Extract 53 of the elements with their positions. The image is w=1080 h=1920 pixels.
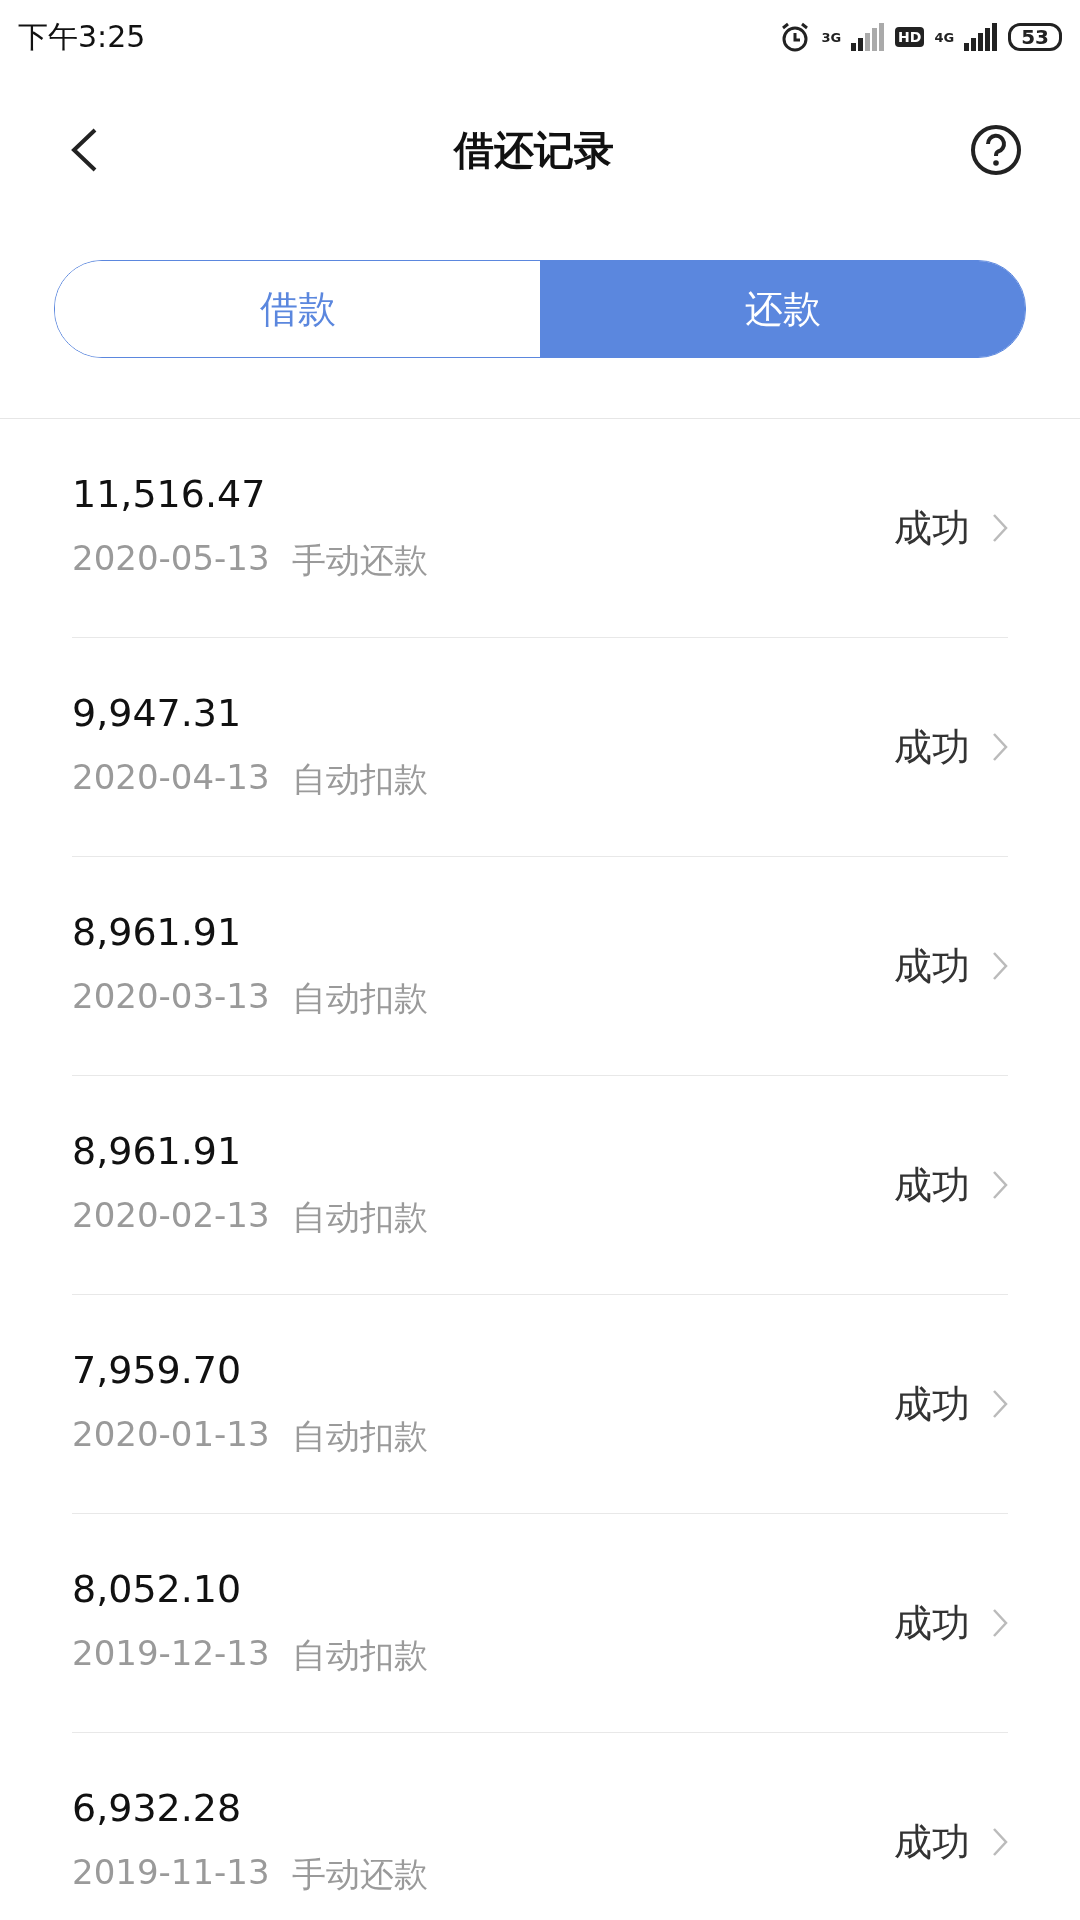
date-text: 2020-04-13 xyxy=(72,757,270,799)
chevron-icon xyxy=(992,732,1008,762)
back-icon[interactable] xyxy=(70,127,98,173)
chevron-icon xyxy=(992,1827,1008,1857)
date-text: 2019-11-13 xyxy=(72,1852,270,1894)
amount-text: 8,961.91 xyxy=(72,1129,243,1173)
record-row[interactable]: 8,961.91 2020-02-13 自动扣款 成功 xyxy=(72,1076,1008,1295)
type-text: 自动扣款 xyxy=(291,758,428,801)
signal-icon xyxy=(964,23,999,51)
help-icon[interactable] xyxy=(970,124,1022,176)
signal-icon xyxy=(851,23,886,51)
status-text: 成功 xyxy=(894,1818,970,1866)
chevron-icon xyxy=(992,1389,1008,1419)
amount-text: 8,052.10 xyxy=(72,1567,243,1611)
amount-text: 11,516.47 xyxy=(72,472,267,516)
record-row[interactable]: 8,961.91 2020-03-13 自动扣款 成功 xyxy=(72,857,1008,1076)
date-text: 2020-01-13 xyxy=(72,1414,270,1456)
type-text: 自动扣款 xyxy=(291,1196,428,1239)
chevron-icon xyxy=(992,513,1008,543)
date-text: 2020-02-13 xyxy=(72,1195,270,1237)
amount-text: 9,947.31 xyxy=(72,691,243,735)
amount-text: 8,961.91 xyxy=(72,910,243,954)
page-title: 借还记录 xyxy=(454,125,614,175)
status-text: 成功 xyxy=(894,942,970,990)
status-text: 成功 xyxy=(894,723,970,771)
date-text: 2020-03-13 xyxy=(72,976,270,1018)
chevron-icon xyxy=(992,1170,1008,1200)
tab[interactable]: 还款 xyxy=(540,261,1025,357)
status-text: 成功 xyxy=(894,504,970,552)
record-row[interactable]: 8,052.10 2019-12-13 自动扣款 成功 xyxy=(72,1514,1008,1733)
type-text: 自动扣款 xyxy=(291,1634,428,1677)
record-row[interactable]: 11,516.47 2020-05-13 手动还款 成功 xyxy=(72,419,1008,638)
status-text: 成功 xyxy=(894,1380,970,1428)
record-row[interactable]: 6,932.28 2019-11-13 手动还款 成功 xyxy=(72,1733,1008,1920)
date-text: 2019-12-13 xyxy=(72,1633,270,1675)
type-text: 自动扣款 xyxy=(291,1415,428,1458)
status-time: 下午3:25 xyxy=(18,17,146,56)
status-text: 成功 xyxy=(894,1599,970,1647)
status-text: 成功 xyxy=(894,1161,970,1209)
date-text: 2020-05-13 xyxy=(72,538,270,580)
hd-label: HD xyxy=(895,27,925,47)
battery-indicator: 53 xyxy=(1008,23,1062,51)
chevron-icon xyxy=(992,951,1008,981)
network-label: 3G xyxy=(821,29,842,45)
record-row[interactable]: 7,959.70 2020-01-13 自动扣款 成功 xyxy=(72,1295,1008,1514)
type-text: 手动还款 xyxy=(291,539,428,582)
type-text: 自动扣款 xyxy=(291,977,428,1020)
network-label: 4G xyxy=(934,29,955,45)
type-text: 手动还款 xyxy=(291,1853,428,1896)
amount-text: 7,959.70 xyxy=(72,1348,243,1392)
amount-text: 6,932.28 xyxy=(72,1786,243,1830)
chevron-icon xyxy=(992,1608,1008,1638)
record-row[interactable]: 9,947.31 2020-04-13 自动扣款 成功 xyxy=(72,638,1008,857)
